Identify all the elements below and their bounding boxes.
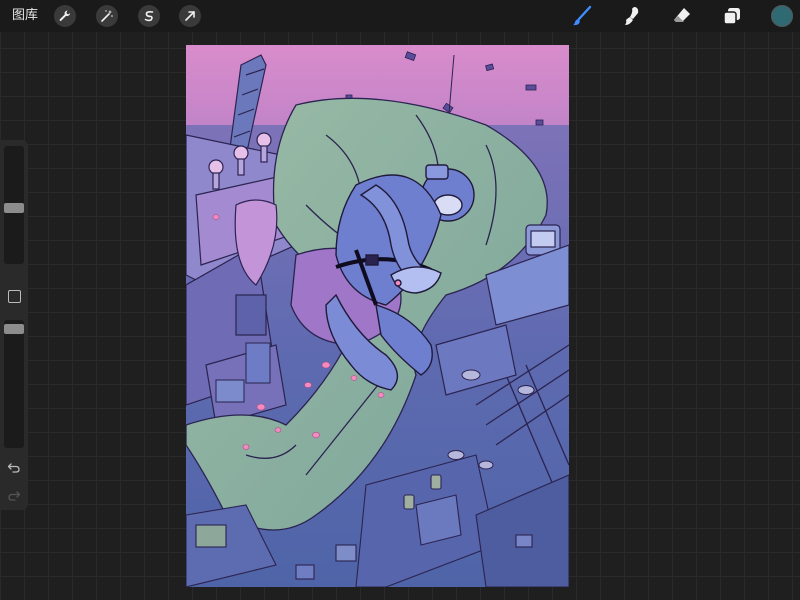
left-sidebar [0,140,28,510]
brush-tool-button[interactable] [570,4,594,28]
brush-icon [573,5,592,26]
procreate-app: 图库 [0,0,800,600]
undo-icon[interactable] [7,460,21,474]
modify-button[interactable] [8,290,21,303]
brush-size-slider[interactable] [4,146,24,264]
opacity-slider-thumb[interactable] [4,324,24,334]
transform-button[interactable] [179,5,201,27]
color-picker-button[interactable] [771,5,793,27]
layers-icon [723,8,740,25]
redo-icon[interactable] [7,488,21,502]
selection-button[interactable] [138,5,160,27]
eraser-icon [674,8,690,22]
artwork-illustration [186,45,569,587]
selection-s-icon [144,10,154,22]
actions-button[interactable] [54,5,76,27]
transform-arrow-icon [185,11,195,21]
layers-button[interactable] [720,4,744,28]
wrench-icon [59,10,71,21]
gallery-button[interactable]: 图库 [12,7,38,25]
magic-wand-icon [101,10,113,22]
brush-size-slider-thumb[interactable] [4,203,24,213]
eraser-tool-button[interactable] [670,4,694,28]
drawing-canvas[interactable] [186,45,569,587]
opacity-slider[interactable] [4,320,24,448]
adjustments-button[interactable] [96,5,118,27]
smudge-icon [625,7,639,25]
top-toolbar: 图库 [0,0,800,32]
smudge-tool-button[interactable] [620,4,644,28]
